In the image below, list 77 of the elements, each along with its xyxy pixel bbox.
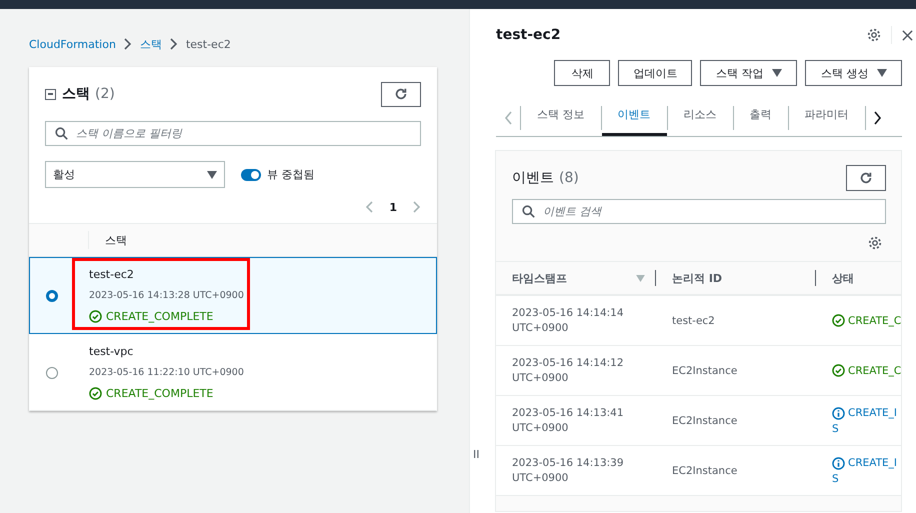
created-time: 2023-05-16 14:13:28 UTC+0900 bbox=[89, 290, 244, 301]
status-text: CREATE_I bbox=[848, 407, 898, 419]
settings-icon[interactable] bbox=[867, 28, 882, 42]
check-circle-icon bbox=[832, 364, 845, 377]
info-icon bbox=[832, 456, 845, 470]
status-text: CREATE_C bbox=[848, 314, 902, 326]
radio-button[interactable] bbox=[46, 290, 58, 302]
tab[interactable]: 출력 bbox=[734, 100, 788, 136]
page-number[interactable]: 1 bbox=[389, 200, 397, 214]
status-filter-dropdown[interactable]: 활성 bbox=[45, 161, 225, 188]
events-title: 이벤트 bbox=[512, 169, 554, 187]
panel-title: test-ec2 bbox=[496, 27, 561, 43]
caret-icon bbox=[876, 69, 887, 77]
collapse-icon[interactable] bbox=[45, 88, 56, 100]
refresh-button[interactable] bbox=[381, 82, 421, 106]
toggle-label: 뷰 중첩됨 bbox=[267, 167, 314, 182]
logical-id: test-ec2 bbox=[672, 314, 716, 326]
search-icon bbox=[522, 205, 535, 218]
toggle-switch[interactable] bbox=[241, 168, 261, 180]
check-circle-icon bbox=[89, 310, 102, 323]
action-button[interactable]: 삭제 bbox=[554, 60, 610, 86]
tab[interactable]: 스택 정보 bbox=[521, 100, 600, 136]
status-text: CREATE_C bbox=[848, 364, 902, 376]
status-text: S bbox=[832, 472, 840, 484]
close-icon[interactable] bbox=[902, 30, 914, 40]
dropdown-button[interactable]: 스택 작업 bbox=[700, 60, 798, 86]
info-icon bbox=[832, 406, 845, 420]
logical-id: EC2Instance bbox=[672, 464, 738, 476]
timezone: UTC+0900 bbox=[512, 322, 570, 334]
chevron-right-icon[interactable] bbox=[874, 111, 882, 125]
stack-count: (2) bbox=[95, 86, 115, 102]
logical-id: EC2Instance bbox=[672, 364, 738, 376]
dropdown-button[interactable]: 스택 생성 bbox=[805, 60, 902, 86]
caret-icon bbox=[772, 69, 782, 77]
tab[interactable]: 파라미터 bbox=[788, 100, 864, 136]
resize-handle[interactable]: II bbox=[473, 448, 480, 461]
column-header: 스택 bbox=[105, 232, 127, 248]
chevron-right-icon bbox=[170, 38, 178, 50]
timestamp: 2023-05-16 14:13:41 bbox=[512, 407, 625, 419]
status-text: CREATE_COMPLETE bbox=[106, 387, 214, 400]
status-text: S bbox=[832, 422, 840, 434]
timestamp: 2023-05-16 14:14:14 bbox=[512, 307, 625, 319]
created-time: 2023-05-16 11:22:10 UTC+0900 bbox=[89, 367, 244, 378]
refresh-icon bbox=[859, 171, 874, 185]
breadcrumb-current: test-ec2 bbox=[186, 38, 231, 50]
action-button[interactable]: 업데이트 bbox=[618, 60, 692, 86]
timezone: UTC+0900 bbox=[512, 472, 570, 484]
timestamp: 2023-05-16 14:13:39 bbox=[512, 457, 625, 469]
column-header[interactable]: 상태 bbox=[832, 270, 854, 286]
search-icon bbox=[55, 127, 68, 140]
timezone: UTC+0900 bbox=[512, 422, 570, 434]
timestamp: 2023-05-16 14:14:12 bbox=[512, 357, 625, 369]
logical-id: EC2Instance bbox=[672, 414, 738, 426]
check-circle-icon bbox=[89, 387, 102, 400]
chevron-right-icon bbox=[124, 38, 132, 50]
search-field[interactable]: 스택 이름으로 필터링 bbox=[45, 121, 421, 146]
timezone: UTC+0900 bbox=[512, 372, 570, 384]
panel-title: 스택 bbox=[62, 85, 90, 103]
event-count: (8) bbox=[559, 170, 579, 186]
refresh-button[interactable] bbox=[846, 165, 886, 191]
stack-row[interactable]: test-ec2 2023-05-16 14:13:28 UTC+0900 CREATE_COMPLETE bbox=[29, 257, 437, 334]
breadcrumb-link[interactable]: CloudFormation bbox=[29, 38, 116, 50]
check-circle-icon bbox=[832, 314, 845, 327]
tab[interactable]: 리소스 bbox=[668, 100, 732, 136]
breadcrumb-link[interactable]: 스택 bbox=[140, 36, 162, 52]
status-text: CREATE_I bbox=[848, 457, 898, 469]
column-header[interactable]: 논리적 ID bbox=[672, 270, 722, 286]
stack-row[interactable]: test-vpc 2023-05-16 11:22:10 UTC+0900 CREATE_COMPLETE bbox=[29, 334, 437, 411]
status-text: CREATE_COMPLETE bbox=[106, 310, 214, 323]
caret-icon bbox=[207, 170, 217, 178]
stack-name[interactable]: test-vpc bbox=[89, 345, 244, 358]
refresh-icon bbox=[394, 87, 408, 101]
column-header[interactable]: 타임스탬프 bbox=[512, 270, 567, 286]
radio-button[interactable] bbox=[46, 366, 58, 378]
search-field[interactable]: 이벤트 검색 bbox=[512, 199, 886, 224]
settings-icon[interactable] bbox=[868, 236, 882, 250]
stack-name[interactable]: test-ec2 bbox=[89, 268, 244, 281]
